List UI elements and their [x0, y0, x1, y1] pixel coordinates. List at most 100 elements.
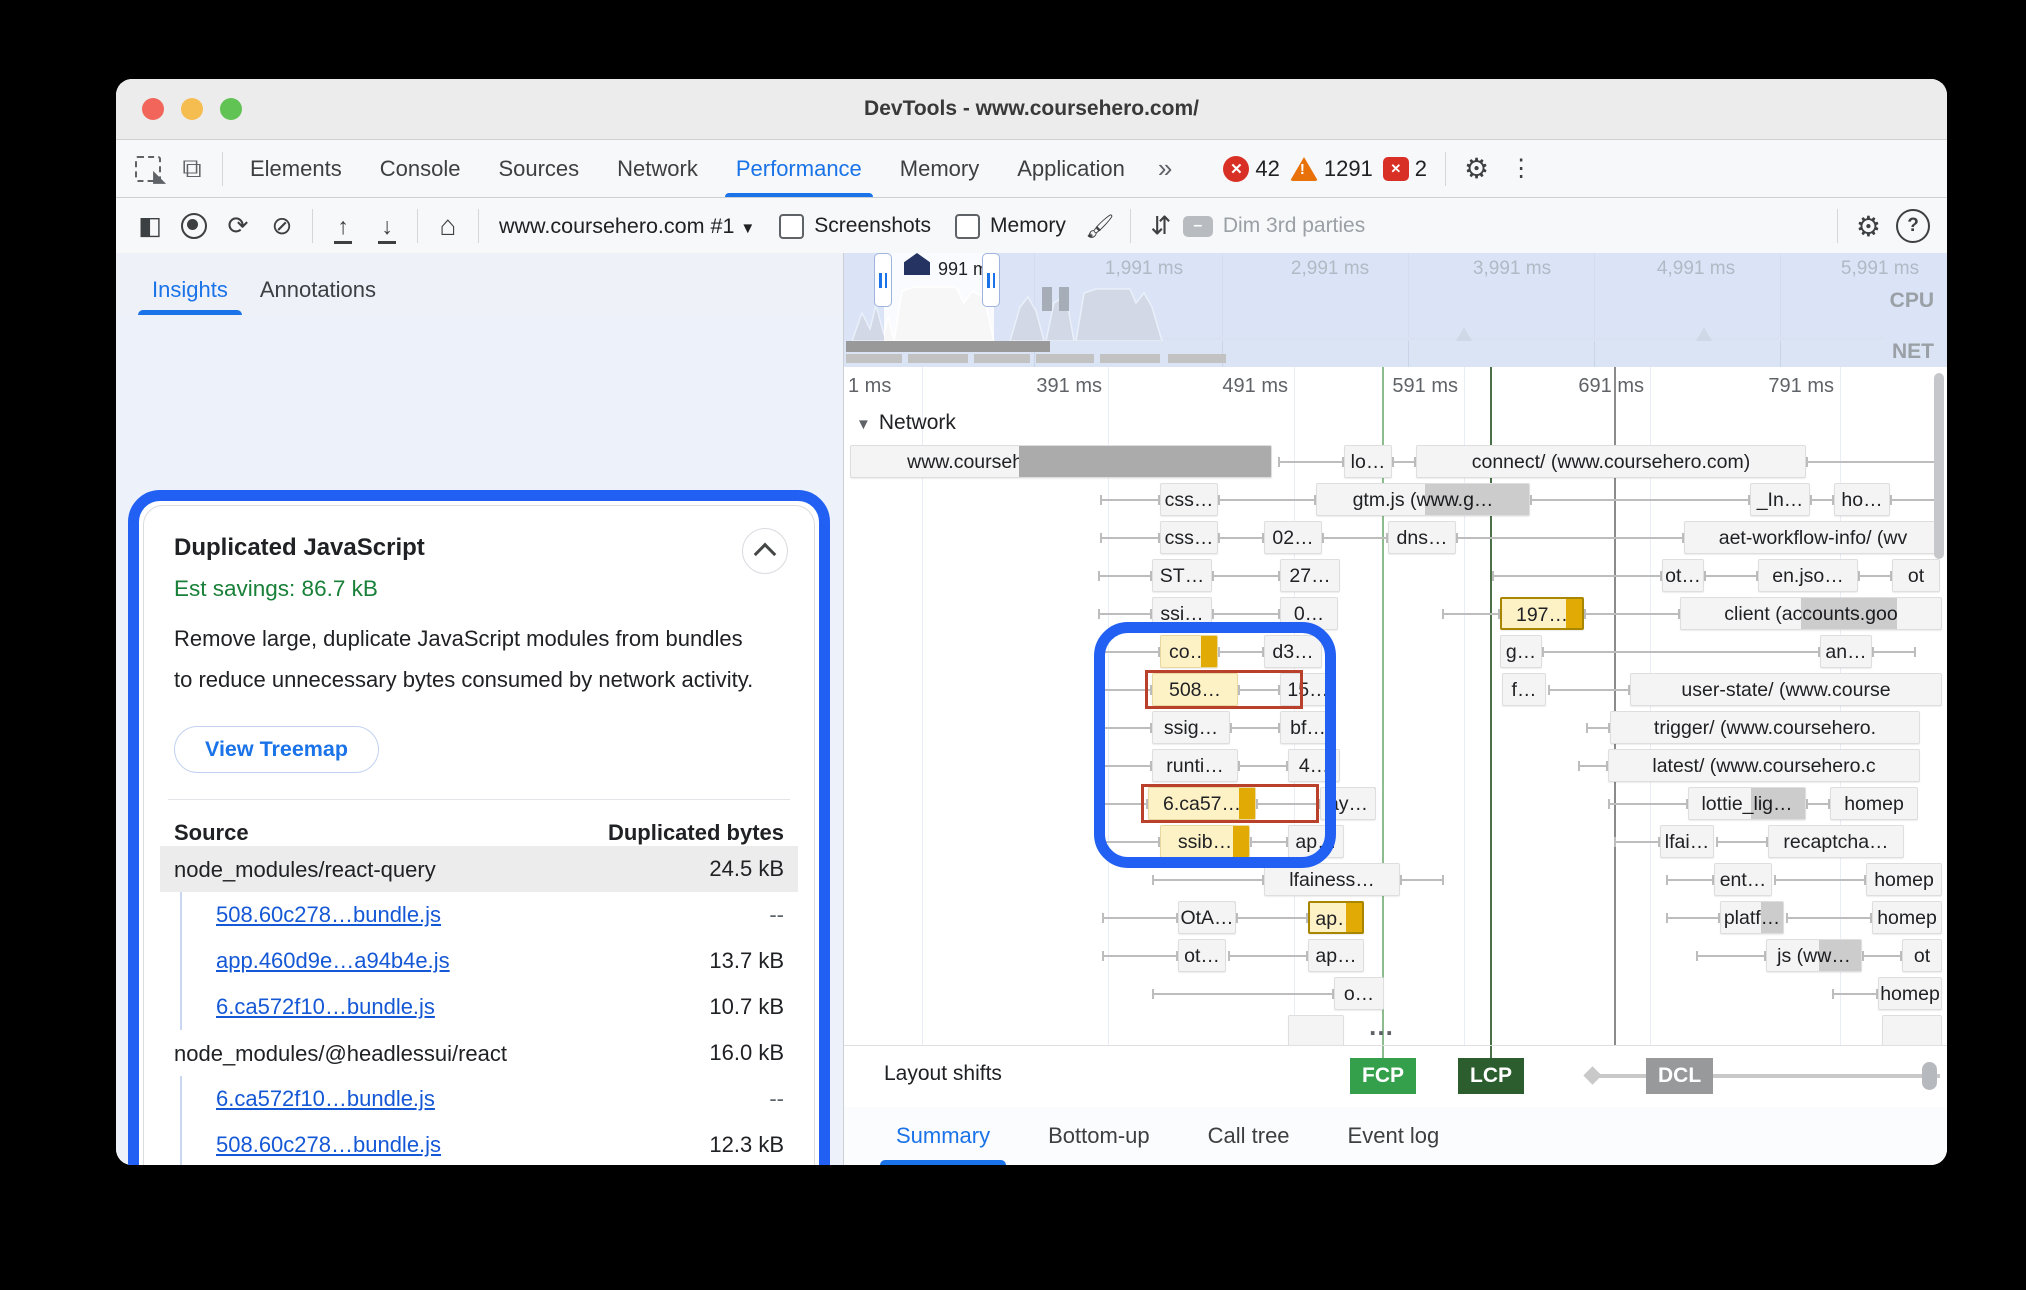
network-request[interactable]: ot… [1662, 559, 1704, 592]
duplicate-file-row[interactable]: 6.ca572f10…bundle.js-- [182, 1076, 784, 1122]
source-label[interactable]: 6.ca572f10…bundle.js [216, 1086, 435, 1112]
tab-summary[interactable]: Summary [874, 1107, 1012, 1165]
network-request[interactable]: ho… [1834, 483, 1890, 516]
module-group-row[interactable]: node_modules/react-query24.5 kB [160, 846, 798, 892]
module-group-row[interactable]: node_modules/@headlessui/react16.0 kB [174, 1030, 784, 1076]
network-request[interactable]: ST… [1152, 559, 1212, 592]
timeline-overview[interactable]: 1,991 ms2,991 ms3,991 ms4,991 ms5,991 ms [844, 253, 1947, 368]
network-request[interactable]: ot [1892, 559, 1940, 592]
network-request[interactable]: ot [1902, 939, 1942, 972]
selection-left-handle[interactable] [874, 253, 892, 307]
toggle-sidebar-icon[interactable]: ◧ [128, 205, 172, 247]
tab-insights[interactable]: Insights [136, 265, 244, 315]
network-request[interactable]: an… [1820, 635, 1872, 668]
vertical-scrollbar[interactable] [1934, 373, 1944, 559]
capture-settings-gear-icon[interactable]: ⚙ [1846, 210, 1891, 243]
network-request[interactable]: lottie_lig… [1688, 787, 1806, 820]
network-request[interactable]: css… [1160, 521, 1218, 554]
network-request[interactable]: lo… [1344, 445, 1392, 478]
tab-sources[interactable]: Sources [479, 140, 598, 197]
more-panels-icon[interactable]: » [1144, 153, 1183, 184]
network-request[interactable]: connect/ (www.coursehero.com) [1416, 445, 1806, 478]
network-request[interactable]: homep [1878, 977, 1942, 1010]
tab-event-log[interactable]: Event log [1326, 1107, 1462, 1165]
network-request[interactable]: homep [1872, 901, 1942, 934]
network-request[interactable]: trigger/ (www.coursehero. [1610, 711, 1920, 744]
network-request[interactable]: www.coursehero.com/ (www.cour… [850, 445, 1272, 478]
network-request[interactable]: css… [1160, 483, 1218, 516]
network-request[interactable] [1882, 1015, 1942, 1045]
minimize-window-button[interactable] [181, 98, 203, 120]
dcl-badge[interactable]: DCL [1646, 1058, 1713, 1094]
history-selector[interactable]: www.coursehero.com #1▼ [487, 214, 767, 239]
tab-network[interactable]: Network [598, 140, 717, 197]
record-button[interactable] [172, 205, 216, 247]
tab-call-tree[interactable]: Call tree [1186, 1107, 1312, 1165]
duplicate-file-row[interactable]: 508.60c278…bundle.js12.3 kB [182, 1122, 784, 1165]
kebab-menu-icon[interactable]: ⋮ [1499, 154, 1543, 183]
selection-right-handle[interactable] [982, 253, 1000, 307]
memory-checkbox[interactable]: Memory [955, 214, 1066, 239]
network-request[interactable]: en.jso… [1758, 559, 1858, 592]
network-request[interactable]: 197… [1500, 597, 1584, 630]
duplicate-file-row[interactable]: app.460d9e…a94b4e.js13.7 kB [182, 938, 784, 984]
warning-badge[interactable]: ! 1291 [1290, 156, 1373, 182]
network-request[interactable]: ent… [1714, 863, 1772, 896]
network-request[interactable]: OtA… [1178, 901, 1236, 934]
network-request[interactable]: ap… [1308, 939, 1364, 972]
upload-profile-icon[interactable]: ↑ [321, 205, 365, 247]
source-label[interactable]: 6.ca572f10…bundle.js [216, 994, 435, 1020]
network-request[interactable]: latest/ (www.coursehero.c [1608, 749, 1920, 782]
network-request[interactable]: homep [1866, 863, 1942, 896]
tab-console[interactable]: Console [361, 140, 480, 197]
collapse-insight-button[interactable] [742, 528, 788, 574]
screenshots-checkbox[interactable]: Screenshots [779, 214, 931, 239]
network-request[interactable]: gtm.js (www.g… [1316, 483, 1530, 516]
duplicate-file-row[interactable]: 6.ca572f10…bundle.js10.7 kB [182, 984, 784, 1030]
help-icon[interactable]: ? [1891, 205, 1935, 247]
settings-gear-icon[interactable]: ⚙ [1454, 152, 1499, 185]
tab-performance[interactable]: Performance [717, 140, 881, 197]
fcp-badge[interactable]: FCP [1350, 1058, 1416, 1094]
source-label[interactable]: app.460d9e…a94b4e.js [216, 948, 450, 974]
network-request[interactable]: user-state/ (www.course [1630, 673, 1942, 706]
network-request[interactable]: recaptcha… [1768, 825, 1904, 858]
close-window-button[interactable] [142, 98, 164, 120]
inspect-element-icon[interactable] [126, 149, 170, 189]
network-request[interactable]: client (accounts.goo [1680, 597, 1942, 630]
network-request[interactable] [1288, 1015, 1344, 1045]
collapse-flame-icon[interactable]: ⇵ [1139, 205, 1183, 247]
tab-elements[interactable]: Elements [231, 140, 361, 197]
clear-recording-icon[interactable]: ⊘ [260, 205, 304, 247]
network-request[interactable]: o… [1334, 977, 1384, 1010]
device-toolbar-icon[interactable]: ⧉ [170, 149, 214, 189]
scroll-handle[interactable] [1922, 1062, 1937, 1090]
network-request[interactable]: lfai… [1660, 825, 1714, 858]
network-request[interactable]: 02… [1264, 521, 1322, 554]
tab-application[interactable]: Application [998, 140, 1144, 197]
network-request[interactable]: aet-workflow-info/ (wv [1684, 521, 1942, 554]
network-request[interactable]: _In… [1750, 483, 1810, 516]
view-treemap-button[interactable]: View Treemap [174, 726, 379, 773]
tab-annotations[interactable]: Annotations [244, 265, 392, 315]
tab-bottom-up[interactable]: Bottom-up [1026, 1107, 1172, 1165]
garbage-collect-icon[interactable]: 🖌 [1078, 205, 1122, 247]
network-request[interactable]: homep [1830, 787, 1918, 820]
reload-and-record-icon[interactable]: ⟳ [216, 205, 260, 247]
home-icon[interactable]: ⌂ [426, 205, 470, 247]
network-request[interactable]: js (ww… [1766, 939, 1862, 972]
source-label[interactable]: 508.60c278…bundle.js [216, 902, 441, 928]
network-request[interactable]: ot… [1178, 939, 1226, 972]
lcp-badge[interactable]: LCP [1458, 1058, 1524, 1094]
network-request[interactable]: 27… [1280, 559, 1340, 592]
network-section-header[interactable]: ▼Network [856, 411, 956, 435]
maximize-window-button[interactable] [220, 98, 242, 120]
source-label[interactable]: 508.60c278…bundle.js [216, 1132, 441, 1158]
more-rows-indicator[interactable]: … [1368, 1011, 1396, 1042]
network-request[interactable]: dns… [1388, 521, 1456, 554]
dim-third-parties-toggle[interactable]: – Dim 3rd parties [1183, 214, 1365, 238]
duplicated-js-insight-card[interactable]: Duplicated JavaScript Est savings: 86.7 … [143, 505, 815, 1165]
network-request[interactable]: ap… [1308, 901, 1364, 934]
network-waterfall[interactable]: 1 ms391 ms491 ms591 ms691 ms791 ms ▼Netw… [844, 367, 1947, 1045]
network-request[interactable]: f… [1502, 673, 1546, 706]
